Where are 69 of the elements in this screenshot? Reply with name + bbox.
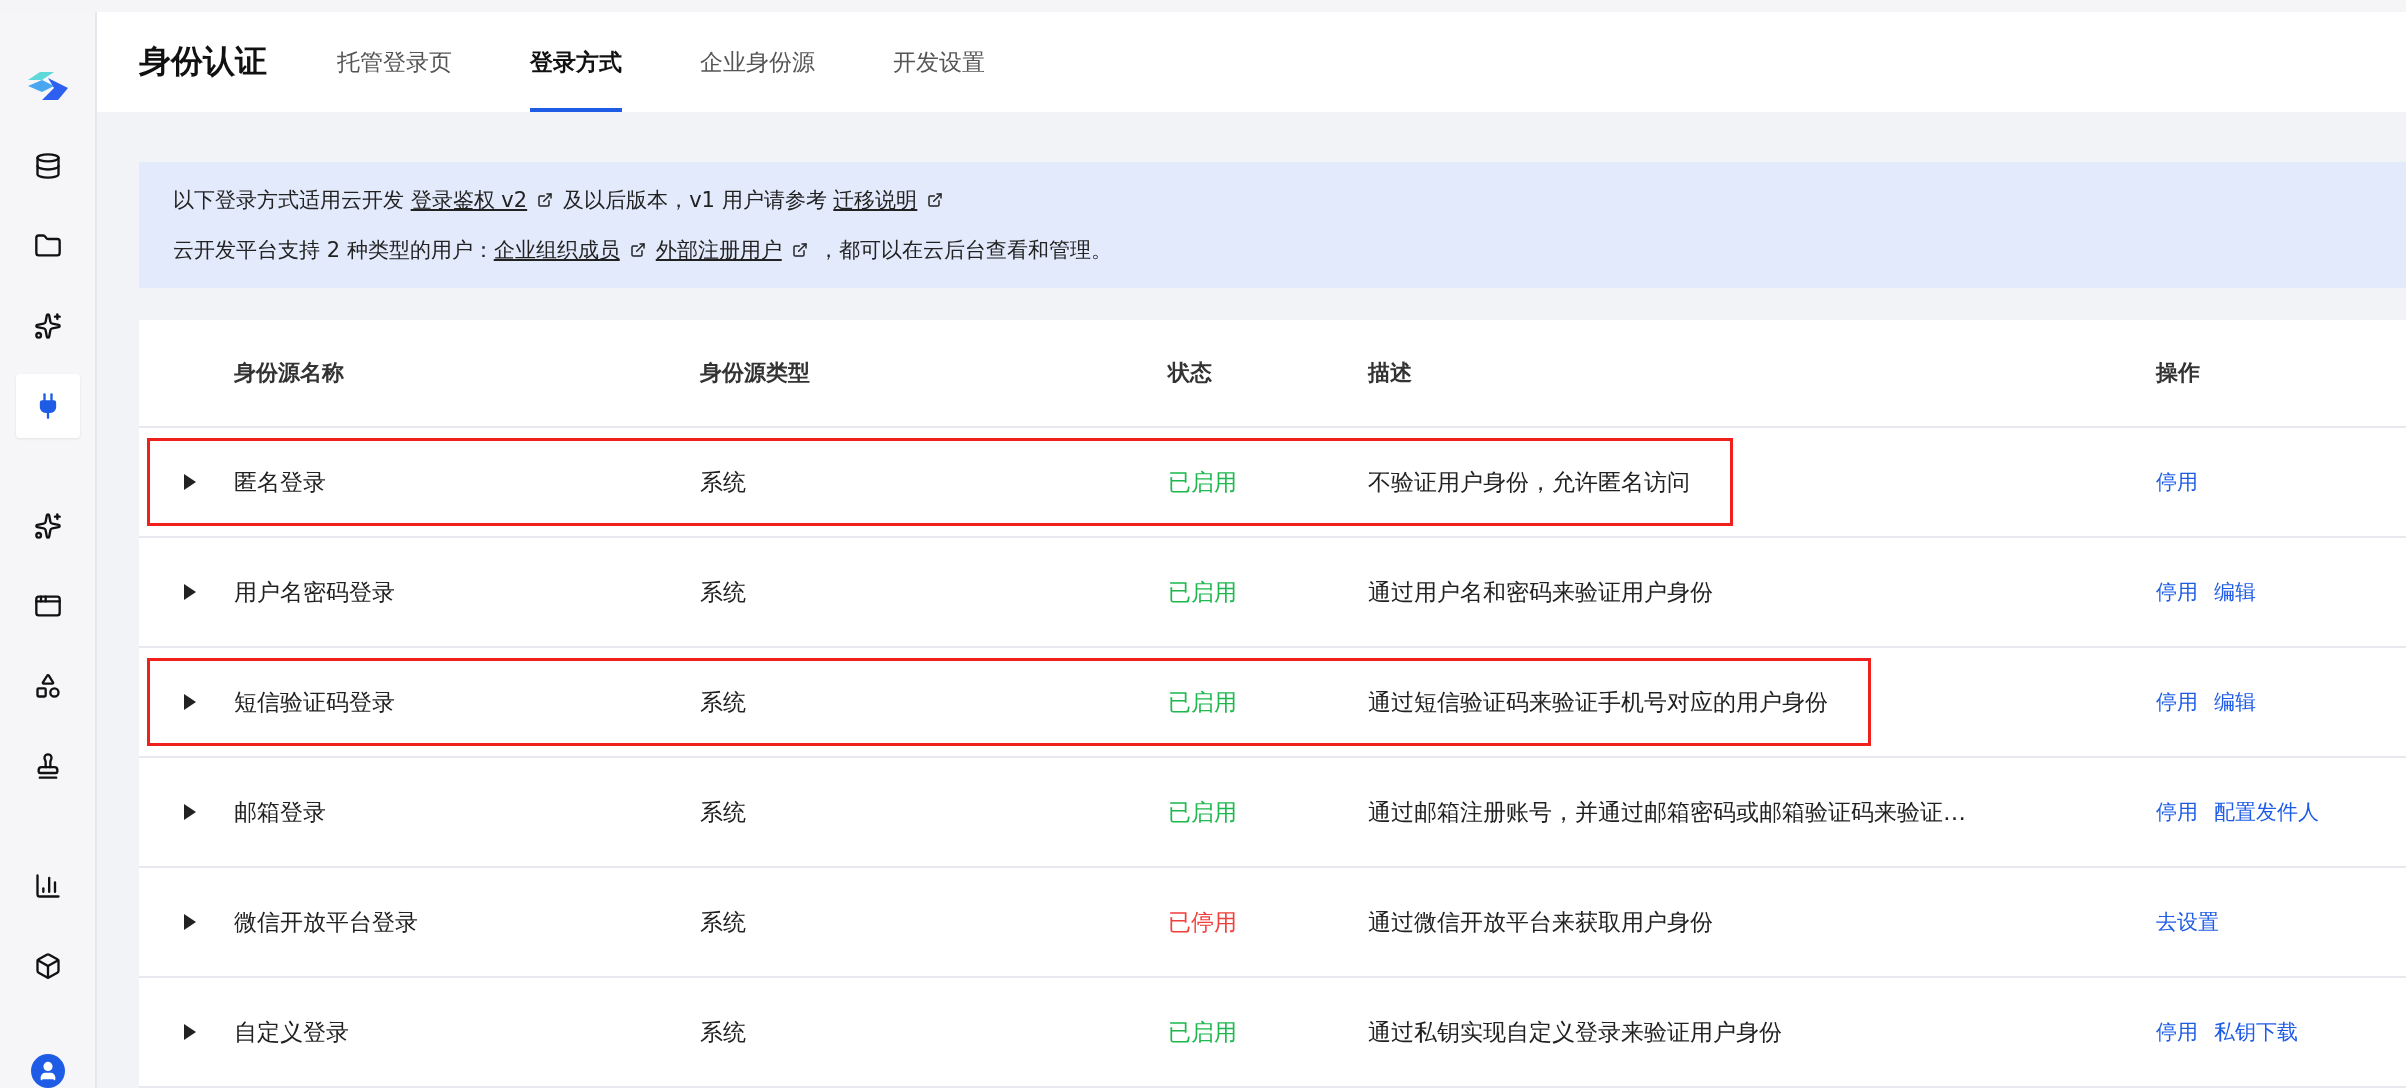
table-cell-text: 系统: [700, 687, 747, 717]
status-text: 已启用: [1168, 467, 1238, 497]
external-link-icon: [629, 242, 646, 258]
table-cell-text: 通过微信开放平台来获取用户身份: [1368, 907, 1713, 937]
status-text: 已启用: [1168, 797, 1238, 827]
page-title: 身份认证: [139, 41, 267, 82]
column-header: 描述: [1368, 359, 1412, 387]
table-cell-text: 匿名登录: [234, 467, 327, 497]
table-cell-text: 邮箱登录: [234, 797, 327, 827]
action-link[interactable]: 编辑: [2214, 688, 2256, 716]
notice-link[interactable]: 登录鉴权 v2: [410, 186, 528, 214]
tab[interactable]: 登录方式: [530, 12, 622, 112]
action-link[interactable]: 停用: [2156, 1018, 2198, 1046]
table-cell-text: 系统: [700, 1017, 747, 1047]
expand-caret-icon[interactable]: [184, 804, 196, 820]
notice-text: 以下登录方式适用云开发 登录鉴权 v2 及以后版本，v1 用户请参考 迁移说明: [173, 186, 2372, 214]
bar-chart-icon: [33, 872, 62, 900]
table-cell-text: 通过短信验证码来验证手机号对应的用户身份: [1368, 687, 1828, 717]
expand-caret-icon[interactable]: [184, 1024, 196, 1040]
notice-text: 云开发平台支持 2 种类型的用户：企业组织成员 外部注册用户 ，都可以在云后台查看和管理。: [173, 236, 1113, 264]
status-text: 已启用: [1168, 687, 1238, 717]
column-header: 身份源名称: [234, 359, 345, 387]
action-link[interactable]: 停用: [2156, 688, 2198, 716]
expand-caret-icon[interactable]: [184, 914, 196, 930]
table-cell-text: 系统: [700, 907, 747, 937]
status-text: 已启用: [1168, 577, 1238, 607]
user-avatar[interactable]: [30, 1054, 65, 1088]
action-link[interactable]: 编辑: [2214, 578, 2256, 606]
notice-link[interactable]: 迁移说明: [833, 186, 918, 214]
table-cell-text: 短信验证码登录: [234, 687, 396, 717]
status-text: 已停用: [1168, 907, 1238, 937]
tab[interactable]: 企业身份源: [700, 12, 815, 112]
folder-icon: [33, 232, 62, 260]
action-link[interactable]: 停用: [2156, 578, 2198, 606]
database-icon: [33, 152, 62, 180]
status-text: 已启用: [1168, 1017, 1238, 1047]
action-link[interactable]: 去设置: [2156, 908, 2219, 936]
action-link[interactable]: 配置发件人: [2214, 798, 2319, 826]
tab[interactable]: 开发设置: [893, 12, 985, 112]
tab[interactable]: 托管登录页: [337, 12, 452, 112]
table-cell-text: 微信开放平台登录: [234, 907, 419, 937]
external-link-icon: [537, 192, 554, 208]
action-link[interactable]: 停用: [2156, 798, 2198, 826]
expand-caret-icon[interactable]: [184, 474, 196, 490]
column-header: 操作: [2156, 359, 2200, 387]
shapes-icon: [33, 672, 62, 700]
table-cell-text: 不验证用户身份，允许匿名访问: [1368, 467, 1690, 497]
notice-link[interactable]: 企业组织成员: [493, 236, 620, 264]
logo-icon: [27, 72, 68, 100]
column-header: 身份源类型: [700, 359, 811, 387]
column-header: 状态: [1168, 359, 1213, 387]
table-cell-text: 系统: [700, 467, 747, 497]
cube-icon: [33, 952, 62, 980]
table-cell-text: 自定义登录: [234, 1017, 350, 1047]
action-link[interactable]: 私钥下载: [2214, 1018, 2298, 1046]
table-cell-text: 系统: [700, 797, 747, 827]
table-cell-text: 系统: [700, 577, 747, 607]
table-cell-text: 通过私钥实现自定义登录来验证用户身份: [1368, 1017, 1782, 1047]
table-cell-text: 用户名密码登录: [234, 577, 396, 607]
external-link-icon: [791, 242, 808, 258]
table-cell-text: 通过邮箱注册账号，并通过邮箱密码或邮箱验证码来验证…: [1368, 797, 1966, 827]
expand-caret-icon[interactable]: [184, 694, 196, 710]
notice-link[interactable]: 外部注册用户: [655, 236, 782, 264]
table-cell-text: 通过用户名和密码来验证用户身份: [1368, 577, 1713, 607]
expand-caret-icon[interactable]: [184, 584, 196, 600]
sparkle-icon: [33, 512, 62, 540]
sparkle-icon: [33, 312, 62, 340]
action-link[interactable]: 停用: [2156, 468, 2198, 496]
external-link-icon: [927, 192, 944, 208]
